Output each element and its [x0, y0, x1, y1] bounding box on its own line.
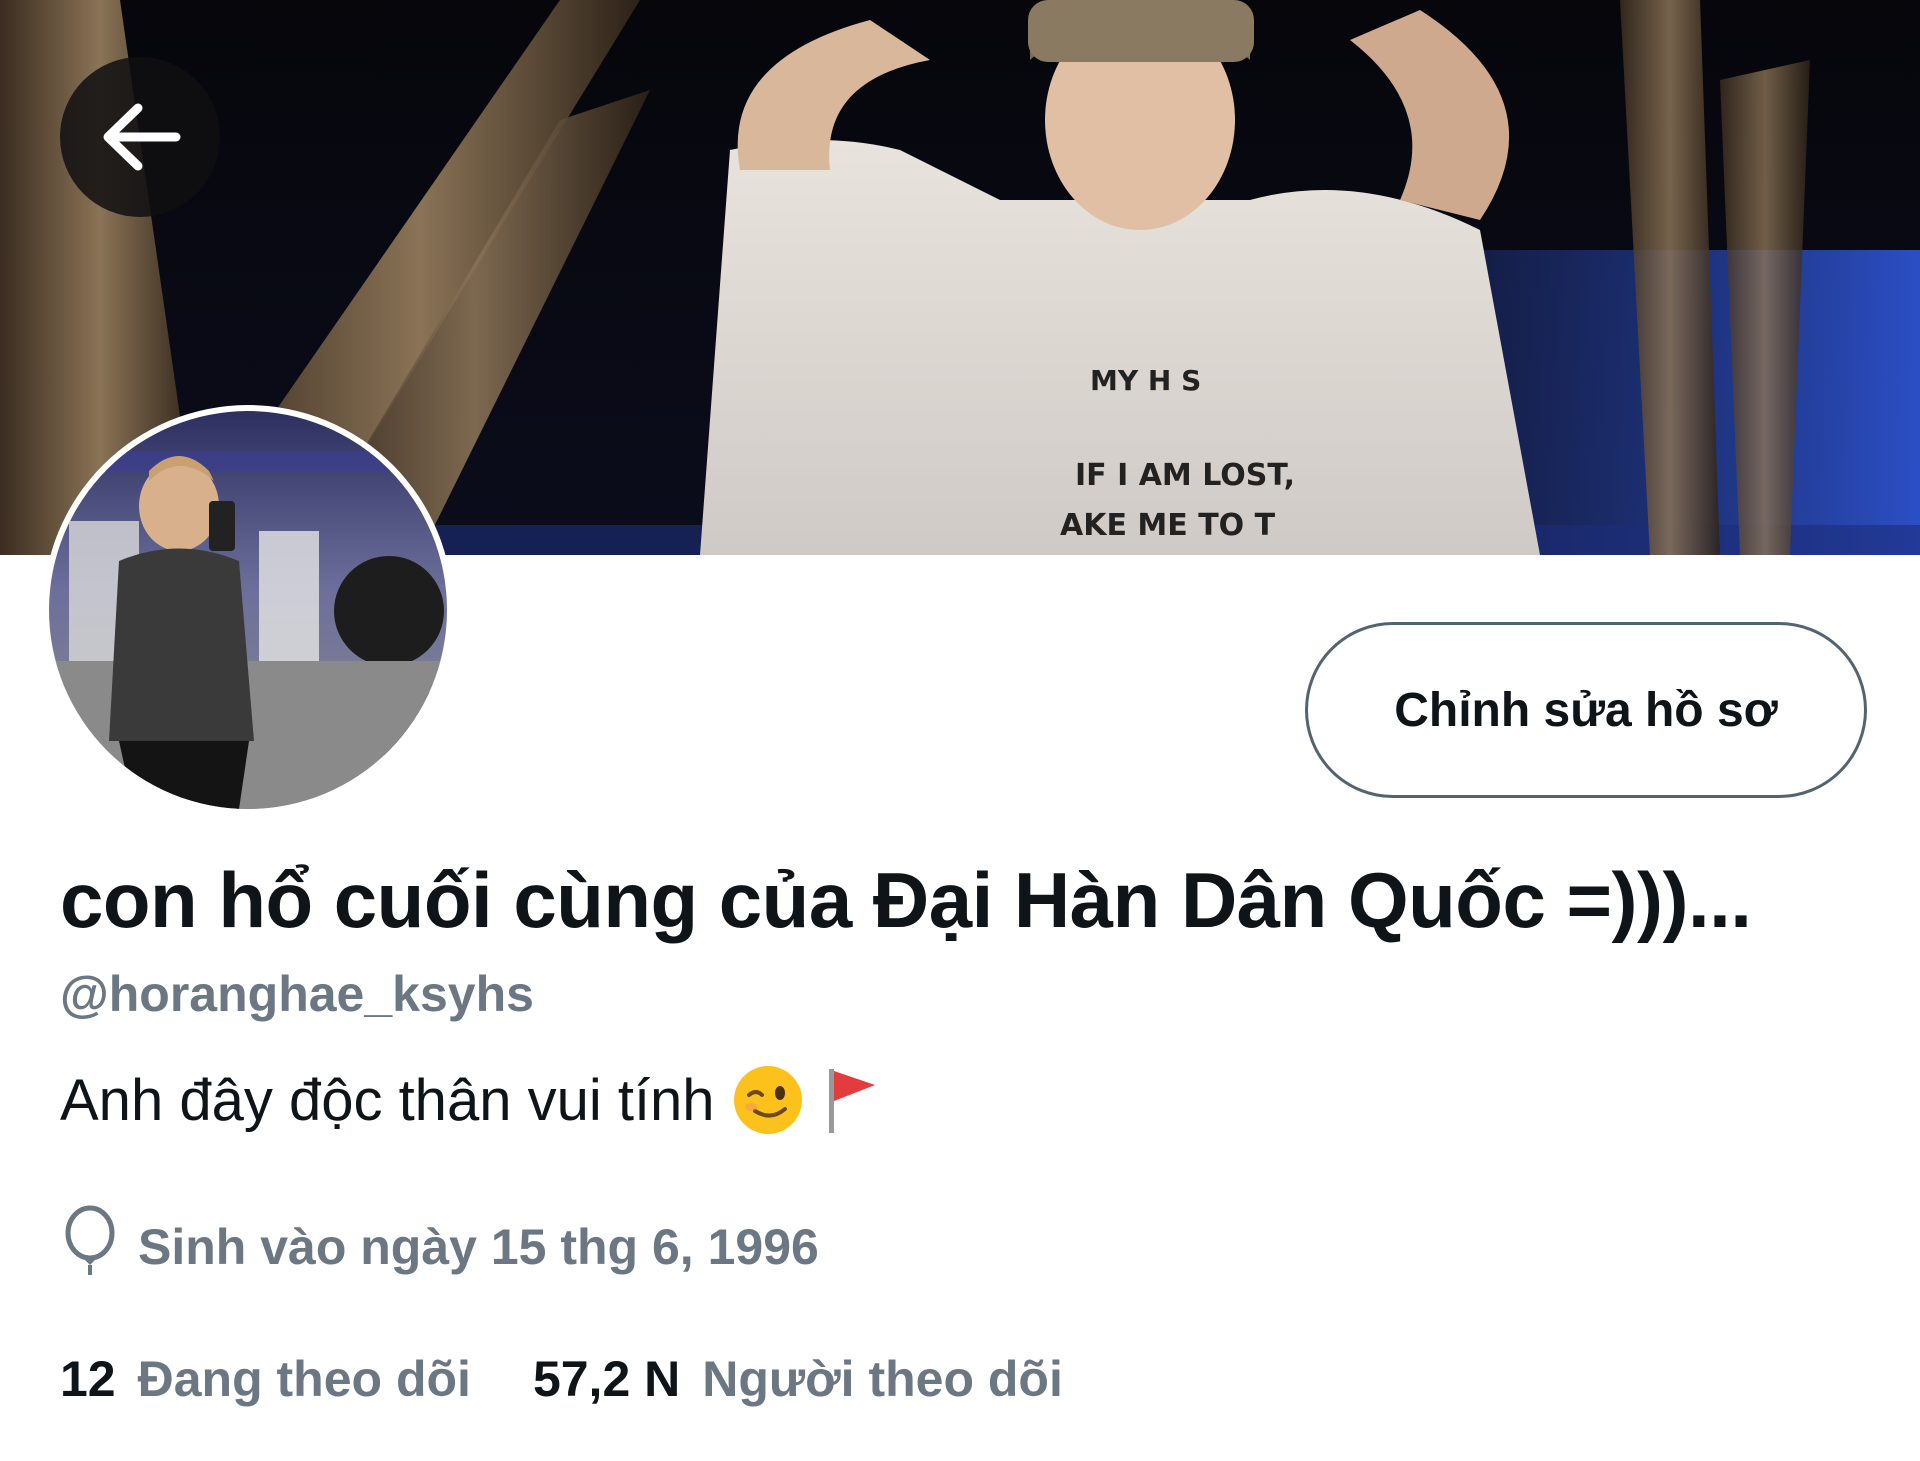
avatar[interactable]	[43, 405, 453, 815]
avatar-photo	[49, 411, 447, 809]
follow-stats: 12 Đang theo dõi 57,2 N Người theo dõi	[60, 1350, 1063, 1408]
bio-text: Anh đây độc thân vui tính	[60, 1067, 715, 1133]
balloon-icon	[60, 1205, 120, 1289]
birthday-info: Sinh vào ngày 15 thg 6, 1996	[60, 1205, 819, 1289]
shirt-text-1: MY H S	[1090, 364, 1201, 397]
followers-link[interactable]: 57,2 N Người theo dõi	[533, 1350, 1063, 1408]
followers-count: 57,2 N	[532, 1351, 681, 1407]
edit-profile-button[interactable]: Chỉnh sửa hồ sơ	[1305, 622, 1867, 798]
display-name: con hổ cuối cùng của Đại Hàn Dân Quốc =)…	[60, 856, 1752, 944]
bio: Anh đây độc thân vui tính	[60, 1063, 881, 1137]
shirt-text-3: AKE ME TO T	[1060, 508, 1276, 543]
back-button[interactable]	[60, 57, 220, 217]
following-label: Đang theo dõi	[137, 1351, 471, 1407]
followers-label: Người theo dõi	[702, 1351, 1063, 1407]
username-handle: @horanghae_ksyhs	[60, 966, 534, 1022]
arrow-left-icon	[103, 103, 181, 171]
birthday-text: Sinh vào ngày 15 thg 6, 1996	[138, 1219, 819, 1275]
following-count: 12	[60, 1351, 116, 1407]
following-link[interactable]: 12 Đang theo dõi	[60, 1350, 471, 1408]
red-flag-emoji	[821, 1063, 881, 1137]
shirt-text-2: IF I AM LOST,	[1075, 458, 1295, 493]
winking-face-emoji	[731, 1063, 805, 1137]
